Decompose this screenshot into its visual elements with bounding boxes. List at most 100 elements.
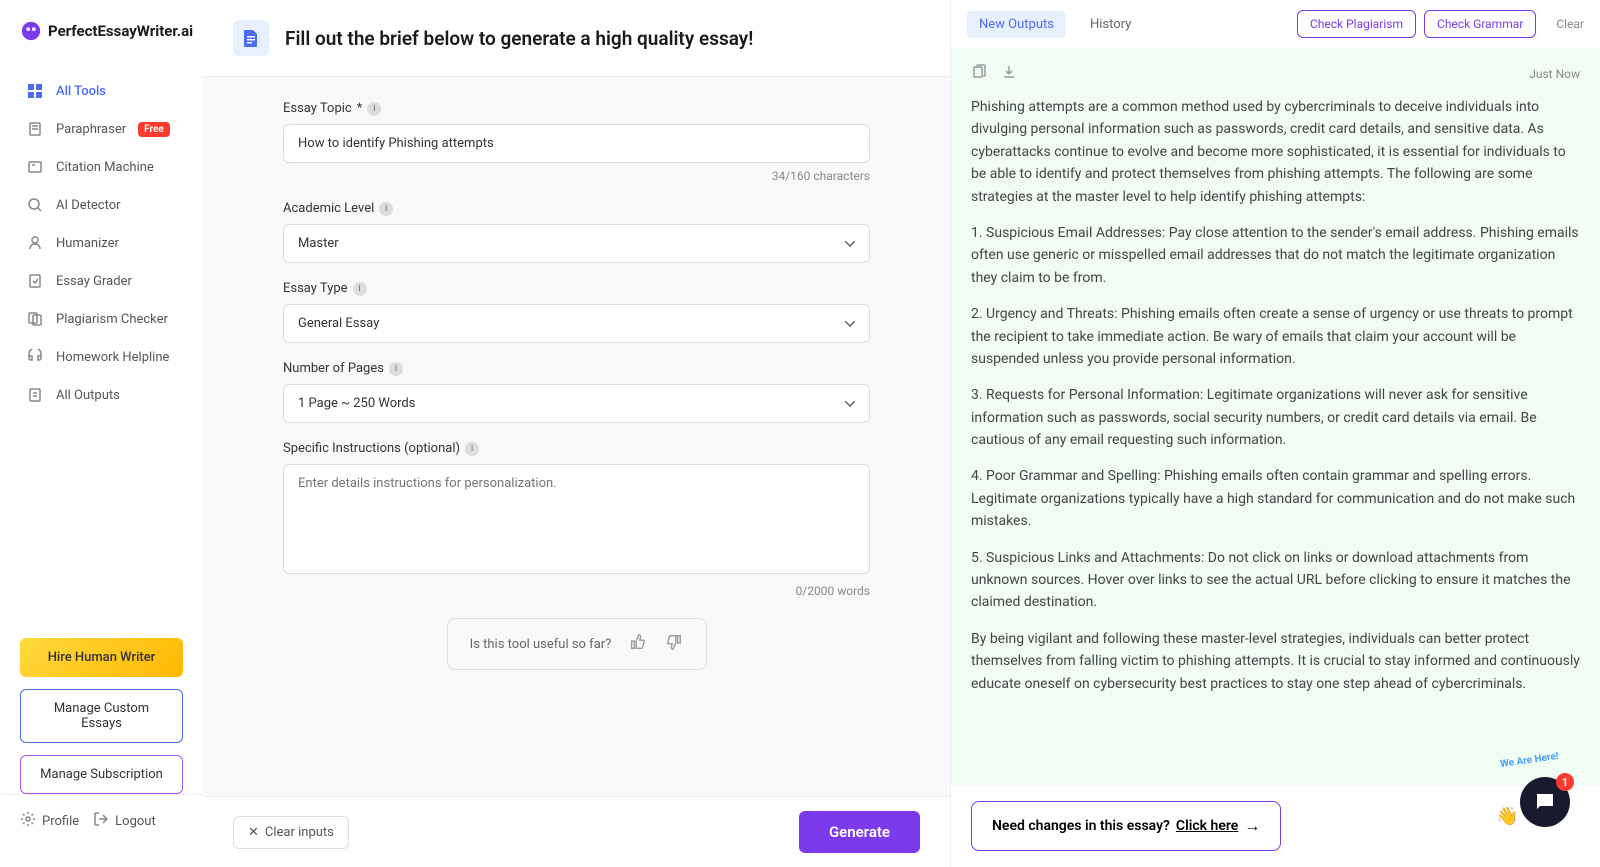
logout-label: Logout (115, 814, 156, 829)
sidebar-footer: Profile Logout (0, 794, 203, 847)
free-badge: Free (138, 122, 170, 137)
feedback-prompt: Is this tool useful so far? (470, 637, 612, 652)
level-select[interactable]: Master (283, 224, 870, 263)
generate-button[interactable]: Generate (799, 811, 920, 853)
detector-icon (26, 196, 44, 214)
nav-ai-detector[interactable]: AI Detector (12, 186, 191, 224)
profile-label: Profile (42, 814, 79, 829)
topic-group: Essay Topic* i 34/160 characters (283, 101, 870, 183)
essay-paragraph: 4. Poor Grammar and Spelling: Phishing e… (971, 465, 1580, 532)
nav-citation[interactable]: Citation Machine (12, 148, 191, 186)
pages-label: Number of Pages i (283, 361, 870, 376)
nav-humanizer[interactable]: Humanizer (12, 224, 191, 262)
nav-label: AI Detector (56, 198, 121, 213)
info-icon[interactable]: i (353, 282, 367, 296)
instructions-label: Specific Instructions (optional) i (283, 441, 870, 456)
thumbs-down-icon[interactable] (665, 633, 683, 655)
nav-homework[interactable]: Homework Helpline (12, 338, 191, 376)
nav-list: All Tools Paraphraser Free Citation Mach… (0, 72, 203, 622)
type-label: Essay Type i (283, 281, 870, 296)
nav-all-outputs[interactable]: All Outputs (12, 376, 191, 414)
wave-icon: 👋 (1496, 806, 1518, 827)
main-panel: Fill out the brief below to generate a h… (203, 0, 950, 867)
grid-icon (26, 82, 44, 100)
topic-label: Essay Topic* i (283, 101, 870, 116)
clear-inputs-button[interactable]: ✕ Clear inputs (233, 816, 349, 849)
nav-label: Citation Machine (56, 160, 154, 175)
essay-paragraph: Phishing attempts are a common method us… (971, 96, 1580, 208)
nav-label: Essay Grader (56, 274, 132, 289)
info-icon[interactable]: i (389, 362, 403, 376)
check-grammar-button[interactable]: Check Grammar (1424, 10, 1536, 38)
nav-paraphraser[interactable]: Paraphraser Free (12, 110, 191, 148)
timestamp: Just Now (1529, 67, 1580, 81)
clear-label: Clear inputs (265, 825, 334, 840)
sidebar-buttons: Hire Human Writer Manage Custom Essays M… (0, 638, 203, 794)
output-toolbar: Just Now (971, 64, 1580, 84)
nav-label: Plagiarism Checker (56, 312, 168, 327)
output-body: Just Now Phishing attempts are a common … (951, 48, 1600, 785)
info-icon[interactable]: i (379, 202, 393, 216)
gear-icon (20, 811, 36, 831)
type-group: Essay Type i General Essay (283, 281, 870, 343)
logout-icon (93, 811, 109, 831)
manage-subscription-button[interactable]: Manage Subscription (20, 755, 183, 794)
manage-essays-button[interactable]: Manage Custom Essays (20, 689, 183, 743)
copy-icon[interactable] (971, 64, 987, 84)
nav-label: Paraphraser (56, 122, 126, 137)
nav-all-tools[interactable]: All Tools (12, 72, 191, 110)
main-footer: ✕ Clear inputs Generate (203, 796, 950, 867)
topic-input[interactable] (283, 124, 870, 163)
output-actions: Check Plagiarism Check Grammar Clear (1297, 10, 1584, 38)
brand-logo[interactable]: PerfectEssayWriter.ai (0, 20, 203, 72)
tab-history[interactable]: History (1078, 11, 1143, 38)
thumbs-up-icon[interactable] (629, 633, 647, 655)
info-icon[interactable]: i (465, 442, 479, 456)
outputs-icon (26, 386, 44, 404)
main-header: Fill out the brief below to generate a h… (203, 0, 950, 77)
page-title: Fill out the brief below to generate a h… (285, 27, 753, 50)
essay-paragraph: 3. Requests for Personal Information: Le… (971, 384, 1580, 451)
type-select[interactable]: General Essay (283, 304, 870, 343)
instructions-group: Specific Instructions (optional) i 0/200… (283, 441, 870, 598)
citation-icon (26, 158, 44, 176)
need-changes-box[interactable]: Need changes in this essay? Click here → (971, 801, 1281, 851)
topic-char-count: 34/160 characters (283, 169, 870, 183)
essay-paragraph: 1. Suspicious Email Addresses: Pay close… (971, 222, 1580, 289)
chat-widget[interactable]: We Are Here! 👋 1 (1510, 777, 1570, 837)
nav-label: All Tools (56, 84, 106, 99)
feedback-box: Is this tool useful so far? (447, 618, 707, 670)
essay-text: Phishing attempts are a common method us… (971, 96, 1580, 695)
logout-link[interactable]: Logout (93, 811, 156, 831)
info-icon[interactable]: i (367, 102, 381, 116)
homework-icon (26, 348, 44, 366)
profile-link[interactable]: Profile (20, 811, 79, 831)
logo-icon (20, 20, 42, 42)
pages-select[interactable]: 1 Page ~ 250 Words (283, 384, 870, 423)
download-icon[interactable] (1001, 64, 1017, 84)
plagiarism-icon (26, 310, 44, 328)
essay-paragraph: 5. Suspicious Links and Attachments: Do … (971, 547, 1580, 614)
chat-bubble[interactable]: 1 (1520, 777, 1570, 827)
check-plagiarism-button[interactable]: Check Plagiarism (1297, 10, 1416, 38)
nav-grader[interactable]: Essay Grader (12, 262, 191, 300)
output-panel: New Outputs History Check Plagiarism Che… (950, 0, 1600, 867)
level-group: Academic Level i Master (283, 201, 870, 263)
grader-icon (26, 272, 44, 290)
clear-output-link[interactable]: Clear (1556, 17, 1584, 31)
instructions-textarea[interactable] (283, 464, 870, 574)
nav-label: Homework Helpline (56, 350, 169, 365)
hire-writer-button[interactable]: Hire Human Writer (20, 638, 183, 677)
nav-label: All Outputs (56, 388, 120, 403)
nav-label: Humanizer (56, 236, 119, 251)
humanizer-icon (26, 234, 44, 252)
document-icon (26, 120, 44, 138)
tab-new-outputs[interactable]: New Outputs (967, 11, 1066, 38)
document-page-icon (233, 20, 269, 56)
chat-badge: 1 (1556, 773, 1574, 791)
nav-plagiarism[interactable]: Plagiarism Checker (12, 300, 191, 338)
sidebar: PerfectEssayWriter.ai All Tools Paraphra… (0, 0, 203, 867)
instructions-word-count: 0/2000 words (283, 584, 870, 598)
arrow-right-icon: → (1244, 816, 1260, 836)
click-here-link: Click here (1176, 818, 1238, 834)
